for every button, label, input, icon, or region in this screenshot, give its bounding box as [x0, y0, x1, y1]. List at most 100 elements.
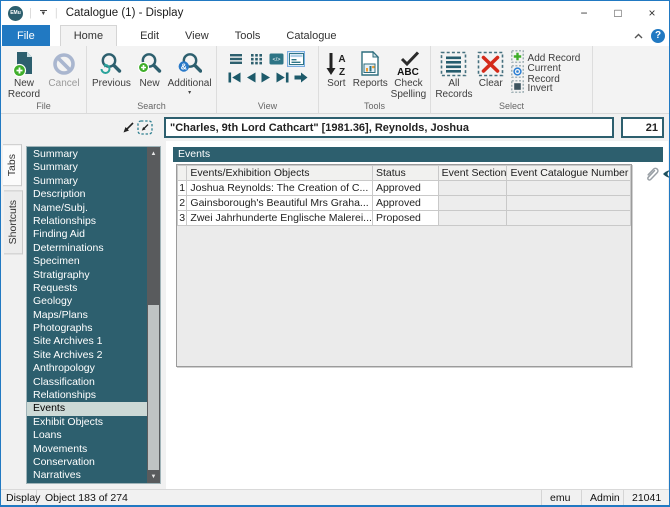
- maximize-button[interactable]: □: [601, 1, 635, 25]
- table-row[interactable]: 2Gainsborough's Beautiful Mrs Graha...Ap…: [178, 196, 631, 211]
- group-label-select: Select: [433, 100, 590, 113]
- select-pointer-icon[interactable]: [119, 121, 136, 135]
- sidebar-item-name-subj-[interactable]: Name/Subj.: [27, 202, 160, 215]
- minimize-button[interactable]: −: [567, 1, 601, 25]
- cell-object[interactable]: Joshua Reynolds: The Creation of C...: [187, 181, 373, 196]
- sidebar-item-specimen[interactable]: Specimen: [27, 255, 160, 268]
- last-record-icon[interactable]: [275, 71, 290, 84]
- status-port: 21041: [623, 490, 669, 506]
- goto-record-icon[interactable]: [293, 71, 309, 84]
- cell-event-section[interactable]: [438, 211, 507, 226]
- tab-file[interactable]: File: [2, 25, 50, 46]
- sidebar-item-relationships[interactable]: Relationships: [27, 389, 160, 402]
- row-number-cell[interactable]: 2: [178, 196, 187, 211]
- events-table-header-row: Events/Exhibition Objects Status Event S…: [178, 166, 631, 181]
- column-header-event-section[interactable]: Event Section: [438, 166, 507, 181]
- scroll-down-icon[interactable]: ▼: [147, 470, 160, 483]
- row-number-cell[interactable]: 3: [178, 211, 187, 226]
- sidebar-item-determinations[interactable]: Determinations: [27, 242, 160, 255]
- first-record-icon[interactable]: [227, 71, 242, 84]
- row-number-header[interactable]: [178, 166, 187, 181]
- sidebar-item-summary[interactable]: Summary: [27, 148, 160, 161]
- sidebar-item-classification[interactable]: Classification: [27, 376, 160, 389]
- tab-tools[interactable]: Tools: [222, 25, 274, 46]
- cell-status[interactable]: Approved: [372, 196, 438, 211]
- new-record-icon: [12, 50, 36, 78]
- cell-status[interactable]: Proposed: [372, 211, 438, 226]
- sidebar-item-summary[interactable]: Summary: [27, 175, 160, 188]
- sidebar-item-site-archives-2[interactable]: Site Archives 2: [27, 349, 160, 362]
- sidebar-item-movements[interactable]: Movements: [27, 443, 160, 456]
- tab-home[interactable]: Home: [60, 25, 117, 46]
- sidebar-item-description[interactable]: Description: [27, 188, 160, 201]
- sidebar-item-anthropology[interactable]: Anthropology: [27, 362, 160, 375]
- sidebar-tab-shortcuts[interactable]: Shortcuts: [4, 190, 23, 254]
- svg-text:Z: Z: [339, 67, 345, 77]
- column-header-objects[interactable]: Events/Exhibition Objects: [187, 166, 373, 181]
- scrollbar-thumb[interactable]: [148, 305, 159, 470]
- tab-view[interactable]: View: [172, 25, 222, 46]
- details-view-icon[interactable]: [287, 51, 305, 67]
- previous-record-icon[interactable]: [245, 71, 257, 84]
- sidebar-scrollbar[interactable]: ▲ ▼: [147, 147, 160, 483]
- sidebar-item-geology[interactable]: Geology: [27, 295, 160, 308]
- sidebar-item-collections[interactable]: Collections: [27, 483, 160, 484]
- table-row[interactable]: 1Joshua Reynolds: The Creation of C...Ap…: [178, 181, 631, 196]
- cell-event-section[interactable]: [438, 196, 507, 211]
- collapse-ribbon-icon[interactable]: [633, 32, 644, 40]
- additional-search-button[interactable]: & Additional ▾: [165, 47, 214, 96]
- list-view-icon[interactable]: [227, 51, 245, 67]
- cancel-button[interactable]: Cancel: [45, 47, 83, 90]
- cell-object[interactable]: Zwei Jahrhunderte Englische Malerei...: [187, 211, 373, 226]
- sort-button[interactable]: A Z Sort: [321, 47, 352, 90]
- table-row[interactable]: 3Zwei Jahrhunderte Englische Malerei...P…: [178, 211, 631, 226]
- scroll-up-icon[interactable]: ▲: [147, 147, 160, 160]
- grid-view-icon[interactable]: [247, 51, 265, 67]
- sidebar-item-site-archives-1[interactable]: Site Archives 1: [27, 335, 160, 348]
- sidebar-item-stratigraphy[interactable]: Stratigraphy: [27, 269, 160, 282]
- row-number-cell[interactable]: 1: [178, 181, 187, 196]
- close-button[interactable]: ×: [635, 1, 669, 25]
- group-label-search: Search: [89, 100, 214, 113]
- clear-selection-button[interactable]: Clear: [475, 47, 507, 90]
- sidebar-item-narratives[interactable]: Narratives: [27, 469, 160, 482]
- next-record-icon[interactable]: [260, 71, 272, 84]
- tab-catalogue[interactable]: Catalogue: [273, 25, 349, 46]
- sidebar-item-requests[interactable]: Requests: [27, 282, 160, 295]
- select-all-records-button[interactable]: All Records: [433, 47, 475, 100]
- tab-edit[interactable]: Edit: [127, 25, 172, 46]
- column-header-status[interactable]: Status: [372, 166, 438, 181]
- help-icon[interactable]: ?: [651, 29, 665, 43]
- previous-search-label: Previous: [92, 79, 131, 90]
- attachment-paperclip-icon[interactable]: [644, 165, 659, 186]
- sidebar-item-loans[interactable]: Loans: [27, 429, 160, 442]
- cell-event-catalogue-number[interactable]: [507, 196, 631, 211]
- page-view-icon[interactable]: </>: [267, 51, 285, 67]
- sidebar-item-finding-aid[interactable]: Finding Aid: [27, 228, 160, 241]
- sidebar-item-maps-plans[interactable]: Maps/Plans: [27, 309, 160, 322]
- sidebar-item-exhibit-objects[interactable]: Exhibit Objects: [27, 416, 160, 429]
- column-header-event-catalogue-number[interactable]: Event Catalogue Number: [507, 166, 631, 181]
- invert-selection-button[interactable]: Invert: [511, 81, 590, 96]
- new-search-button[interactable]: New: [134, 47, 165, 90]
- view-attachments-eye-icon[interactable]: [662, 167, 670, 185]
- sidebar-tab-tabs[interactable]: Tabs: [3, 144, 22, 186]
- marquee-select-icon[interactable]: [136, 120, 153, 135]
- check-spelling-button[interactable]: ABC Check Spelling: [389, 47, 428, 100]
- cell-event-catalogue-number[interactable]: [507, 181, 631, 196]
- previous-search-button[interactable]: Previous: [89, 47, 134, 90]
- cell-status[interactable]: Approved: [372, 181, 438, 196]
- cell-event-section[interactable]: [438, 181, 507, 196]
- new-record-button[interactable]: New Record: [3, 47, 45, 100]
- cell-object[interactable]: Gainsborough's Beautiful Mrs Graha...: [187, 196, 373, 211]
- sidebar-item-photographs[interactable]: Photographs: [27, 322, 160, 335]
- svg-text:&: &: [180, 61, 186, 71]
- sidebar-item-summary[interactable]: Summary: [27, 161, 160, 174]
- cell-event-catalogue-number[interactable]: [507, 211, 631, 226]
- reports-button[interactable]: Reports: [352, 47, 389, 90]
- sidebar-item-conservation[interactable]: Conservation: [27, 456, 160, 469]
- sidebar-item-relationships[interactable]: Relationships: [27, 215, 160, 228]
- quick-access-dropdown-icon[interactable]: ▼: [38, 10, 49, 16]
- clear-selection-label: Clear: [479, 79, 503, 90]
- sidebar-item-events[interactable]: Events: [27, 402, 160, 415]
